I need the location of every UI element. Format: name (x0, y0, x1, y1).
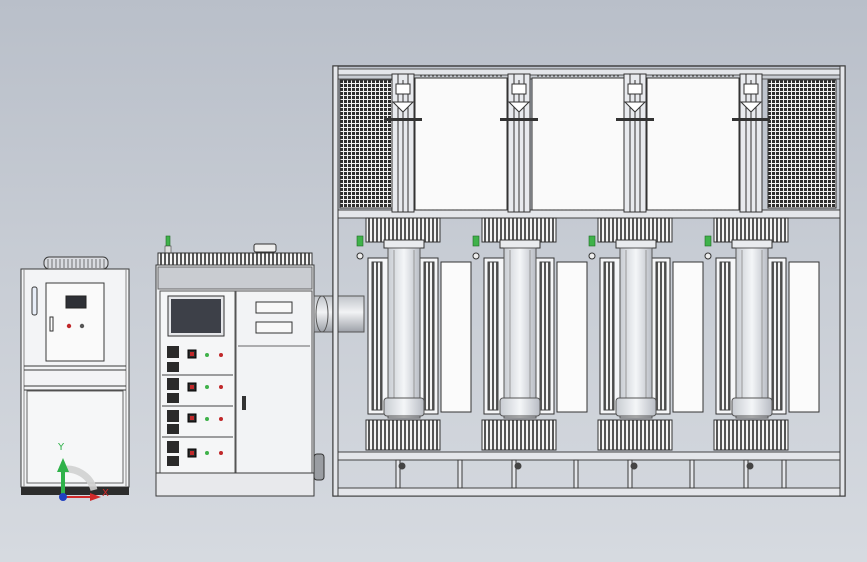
cabinet-top-handle (253, 243, 277, 253)
left-mesh-panel (339, 79, 393, 209)
tube-furnace-frame (332, 65, 846, 497)
chiller-control-panel (45, 282, 105, 362)
control-cabinet (155, 235, 325, 497)
cabinet-vent-lower (255, 321, 293, 334)
axis-origin (59, 493, 67, 501)
chiller-indicator-red (66, 323, 72, 329)
hmi-screen (171, 299, 221, 333)
frame-right-post (839, 65, 846, 497)
y-axis-label: Y (58, 442, 65, 453)
cabinet-plinth (155, 472, 315, 497)
cabinet-vent-upper (255, 301, 293, 314)
chiller-sight-window (31, 286, 38, 316)
chiller-indicator-dark (79, 323, 85, 329)
furnace-station-2 (472, 217, 588, 470)
water-chiller (20, 256, 130, 495)
upper-enclosure-2 (531, 77, 625, 211)
frame-bottom-beam (335, 451, 843, 461)
cabinet-side-connector (313, 453, 325, 481)
upper-enclosure-1 (414, 77, 508, 211)
cabinet-right-door (235, 290, 313, 474)
chiller-display (65, 295, 87, 309)
cabinet-top-vent (157, 252, 313, 266)
furnace-station-4 (704, 217, 820, 470)
frame-left-post (332, 65, 339, 497)
furnace-station-3 (588, 217, 704, 470)
right-mesh-panel (767, 79, 837, 209)
chiller-base (21, 487, 129, 495)
furnace-station-1 (356, 217, 472, 470)
cad-viewport: Y X (0, 0, 867, 562)
cabinet-door-handle (242, 396, 246, 410)
x-axis-label: X (102, 488, 109, 499)
equipment-drawing (20, 65, 846, 501)
chiller-panel-latch (49, 316, 54, 332)
upper-enclosure-3 (646, 77, 740, 211)
signal-lamp (165, 235, 171, 247)
